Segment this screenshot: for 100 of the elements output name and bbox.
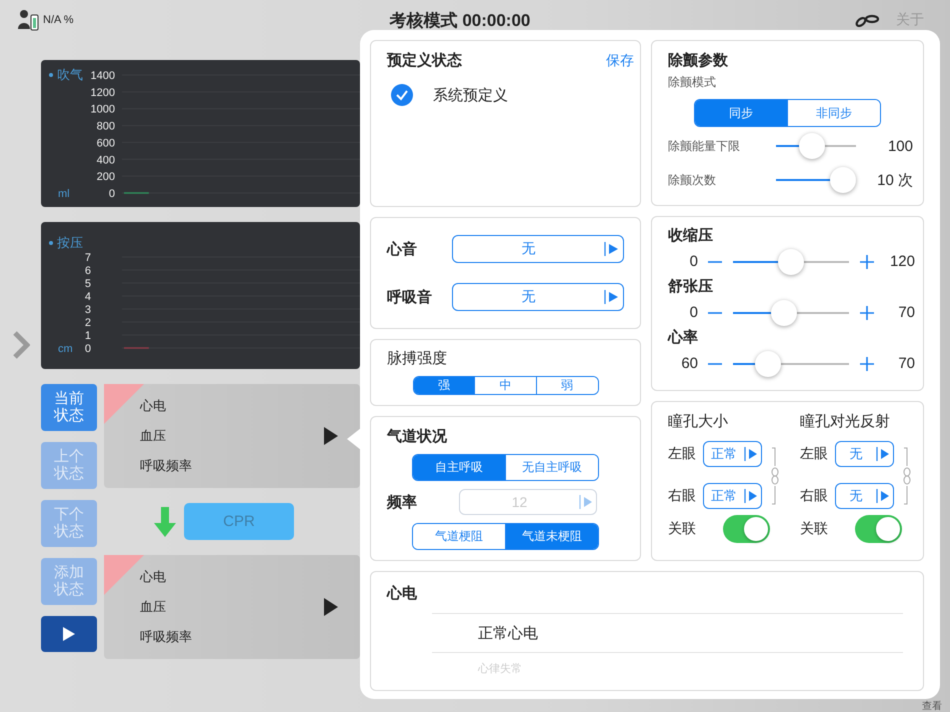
panel-title: 脉搏强度 — [387, 349, 448, 368]
slider-label: 除颤次数 — [668, 172, 717, 188]
legend-dot-icon — [49, 241, 53, 245]
dropdown-field[interactable]: 无 — [452, 283, 624, 311]
state-item: 心电 — [140, 568, 167, 586]
toggle-switch[interactable] — [723, 515, 770, 543]
slider-thumb[interactable] — [770, 300, 797, 326]
caret-icon — [604, 241, 620, 257]
dropdown-field[interactable]: 无 — [835, 483, 894, 509]
checkmark-icon[interactable] — [391, 84, 413, 106]
play-icon[interactable] — [324, 427, 338, 445]
toggle-label: 关联 — [800, 520, 828, 538]
link-icon[interactable] — [854, 13, 880, 27]
axis-tick-label: 1400 — [90, 70, 115, 82]
caret-icon — [604, 289, 620, 305]
play-icon[interactable] — [324, 598, 338, 616]
segment-tab[interactable]: 非同步 — [787, 100, 880, 126]
panel-title: 除颤参数 — [668, 51, 729, 70]
option-label: 系统预定义 — [433, 86, 508, 104]
axis-tick-label: 1200 — [90, 86, 115, 99]
state-item: 血压 — [140, 427, 167, 445]
save-link[interactable]: 保存 — [606, 52, 634, 70]
state-item: 呼吸频率 — [140, 628, 193, 646]
slider-value: 100 — [886, 138, 913, 154]
state-item: 血压 — [140, 598, 167, 616]
slider-value: 70 — [897, 355, 915, 372]
legend-label: 按压 — [57, 235, 83, 250]
slider-thumb[interactable] — [778, 248, 804, 274]
segment-tab[interactable]: 同步 — [695, 100, 787, 126]
plus-icon[interactable] — [860, 356, 874, 370]
slider-min-value: 0 — [688, 253, 698, 270]
state-card[interactable]: 心电 血压 呼吸频率 — [104, 555, 360, 659]
axis-tick-label: 5 — [84, 278, 91, 290]
vital-label: 舒张压 — [668, 278, 714, 296]
panel-title: 预定义状态 — [387, 51, 462, 70]
axis-tick-label: 600 — [96, 137, 115, 150]
slider-thumb[interactable] — [754, 350, 781, 376]
user-battery-icon — [18, 9, 40, 31]
segment-tab[interactable]: 气道未梗阻 — [505, 524, 598, 549]
field-label: 右眼 — [800, 487, 828, 505]
down-arrow-icon — [154, 506, 176, 536]
vital-label: 收缩压 — [668, 227, 714, 245]
slider-value: 10 次 — [876, 170, 913, 190]
picker-option[interactable]: 正常心电 — [478, 624, 538, 642]
plus-icon[interactable] — [860, 306, 874, 320]
axis-tick-label: 3 — [84, 304, 91, 316]
axis-tick-label: 0 — [84, 343, 91, 355]
panel-title: 气道状况 — [387, 427, 448, 446]
state-card[interactable]: 心电 血压 呼吸频率 — [104, 384, 360, 488]
vital-label: 心率 — [668, 329, 699, 347]
caret-icon — [876, 446, 890, 462]
field-label: 频率 — [387, 492, 417, 512]
dropdown-field[interactable]: 正常 — [703, 483, 762, 509]
plus-icon[interactable] — [860, 254, 874, 268]
axis-unit-label: ml — [58, 188, 70, 200]
toggle-switch[interactable] — [855, 515, 902, 543]
segment-tab[interactable]: 无自主呼吸 — [505, 455, 598, 480]
legend-label: 吹气 — [57, 67, 83, 82]
group-title: 瞳孔对光反射 — [800, 412, 891, 431]
field-label: 呼吸音 — [387, 288, 432, 306]
segment-tab[interactable]: 自主呼吸 — [413, 455, 505, 480]
battery-level-text: N/A % — [43, 14, 74, 26]
axis-tick-label: 6 — [84, 265, 91, 277]
axis-unit-label: cm — [58, 343, 73, 355]
slider-value: 120 — [888, 253, 915, 270]
state-item: 心电 — [140, 397, 167, 415]
play-icon — [63, 627, 75, 641]
slider-value: 70 — [897, 304, 915, 321]
slider-thumb[interactable] — [830, 167, 856, 193]
field-label: 右眼 — [668, 487, 696, 505]
panel-title: 心电 — [387, 584, 418, 603]
field-label: 左眼 — [668, 445, 696, 463]
axis-tick-label: 400 — [96, 154, 115, 166]
dropdown-field[interactable]: 无 — [452, 235, 624, 263]
caret-icon — [744, 488, 758, 504]
chevron-right-icon[interactable] — [12, 330, 30, 360]
play-button[interactable] — [41, 616, 97, 652]
axis-tick-label: 2 — [84, 317, 91, 329]
caret-icon — [744, 446, 758, 462]
state-button[interactable]: 当前状态 — [41, 384, 97, 431]
slider-min-value: 0 — [688, 304, 698, 321]
segment-tab[interactable]: 弱 — [536, 377, 598, 394]
chain-link-icon[interactable] — [770, 446, 780, 506]
caret-icon — [876, 488, 890, 504]
dropdown-field[interactable]: 正常 — [703, 441, 762, 467]
field-label: 心音 — [387, 240, 417, 258]
chain-link-icon[interactable] — [902, 446, 912, 506]
view-label[interactable]: 查看 — [922, 701, 942, 712]
slider-thumb[interactable] — [799, 133, 826, 159]
segment-tab[interactable]: 强 — [414, 377, 474, 394]
axis-tick-label: 1000 — [90, 104, 115, 116]
toggle-label: 关联 — [668, 520, 696, 538]
field-label: 左眼 — [800, 445, 828, 463]
state-item: 呼吸频率 — [140, 457, 193, 475]
dropdown-field[interactable]: 无 — [835, 441, 894, 467]
axis-tick-label: 4 — [84, 291, 91, 303]
caret-icon — [579, 494, 593, 510]
mode-label: 除颤模式 — [668, 74, 717, 91]
axis-tick-label: 1 — [84, 330, 91, 342]
axis-tick-label: 200 — [96, 171, 115, 184]
